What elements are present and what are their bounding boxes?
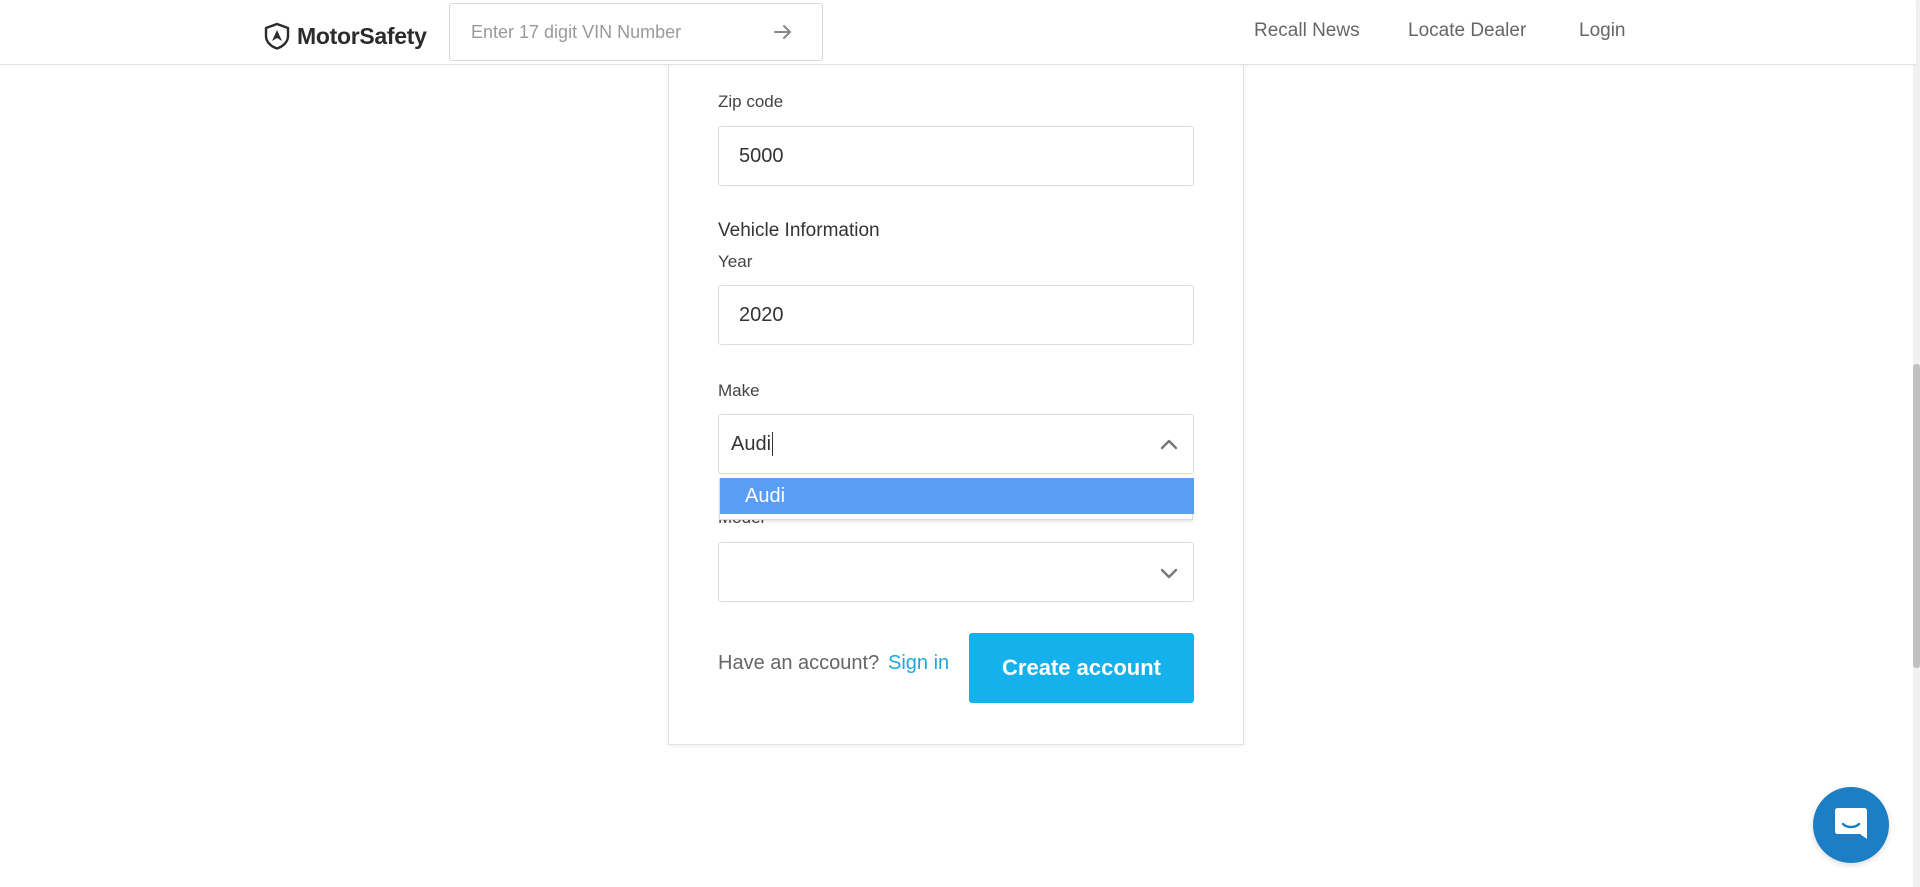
zip-field[interactable]: 5000 [718,126,1194,186]
chat-icon [1832,804,1870,847]
nav-login[interactable]: Login [1579,20,1626,46]
make-select[interactable]: Audi [718,414,1194,474]
year-label: Year [718,252,753,271]
year-field[interactable]: 2020 [718,285,1194,345]
make-input[interactable]: Audi [731,432,774,456]
make-option-audi[interactable]: Audi [720,478,1194,514]
vin-search-box [449,3,823,61]
site-header: MotorSafety Recall News Locate Dealer Lo… [0,0,1916,65]
sign-in-link[interactable]: Sign in [888,652,949,675]
model-select[interactable] [718,542,1194,602]
logo[interactable]: MotorSafety [263,20,427,52]
chat-launcher-button[interactable] [1813,787,1889,863]
zip-value: 5000 [739,144,784,167]
make-dropdown-menu: Audi [719,478,1194,520]
vehicle-section-heading: Vehicle Information [718,220,880,241]
chevron-up-icon[interactable] [1159,435,1179,455]
chevron-down-icon[interactable] [1159,563,1179,583]
shield-logo-icon [263,22,291,50]
zip-label: Zip code [718,92,784,111]
scrollbar-thumb[interactable] [1913,364,1920,668]
arrow-right-icon[interactable] [772,21,794,43]
nav-locate-dealer[interactable]: Locate Dealer [1408,20,1526,46]
nav-recall-news[interactable]: Recall News [1254,20,1360,46]
have-account-text: Have an account? [718,652,880,674]
create-account-button[interactable]: Create account [969,633,1194,703]
make-label: Make [718,381,760,400]
vin-input[interactable] [469,16,773,48]
logo-text: MotorSafety [297,22,427,49]
year-value: 2020 [739,303,784,326]
